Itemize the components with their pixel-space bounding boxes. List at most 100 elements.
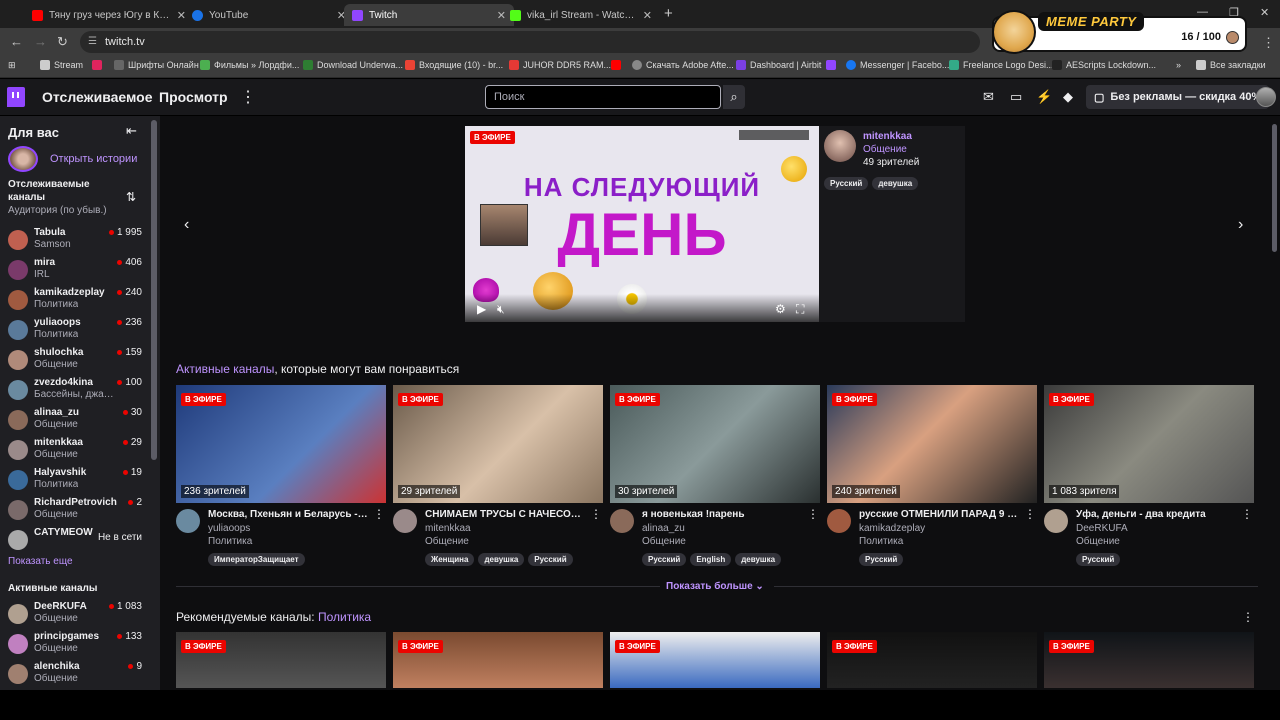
sidebar-channel[interactable]: shulochka Общение 159 xyxy=(8,347,152,375)
stream-title[interactable]: я новенькая !парень xyxy=(642,509,802,520)
apps-icon[interactable]: ⊞ xyxy=(8,60,16,71)
stream-title[interactable]: СНИМАЕМ ТРУСЫ С НАЧЕСОМ ... xyxy=(425,509,585,520)
sidebar-channel[interactable]: mitenkkaa Общение 29 xyxy=(8,437,152,465)
avatar[interactable] xyxy=(610,509,634,533)
channel-name[interactable]: yuliaoops xyxy=(208,523,250,534)
reload-icon[interactable]: ↻ xyxy=(57,34,68,50)
site-info-icon[interactable]: ☰ xyxy=(88,36,97,47)
avatar[interactable] xyxy=(827,509,851,533)
card-menu-icon[interactable]: ⋮ xyxy=(1241,507,1253,521)
stream-thumbnail[interactable]: В ЭФИРЕ 240 зрителей xyxy=(827,385,1037,503)
sidebar-channel[interactable]: alenchika Общение 9 xyxy=(8,661,152,689)
avatar[interactable] xyxy=(1044,509,1068,533)
twitch-logo-icon[interactable] xyxy=(7,87,25,107)
tag[interactable]: девушка xyxy=(872,177,919,190)
nav-following[interactable]: Отслеживаемое xyxy=(42,89,153,105)
more-bookmarks-icon[interactable]: » xyxy=(1176,60,1181,70)
fullscreen-icon[interactable]: ⛶ xyxy=(796,302,804,317)
stream-title[interactable]: русские ОТМЕНИЛИ ПАРАД 9 М... xyxy=(859,509,1019,520)
tag[interactable]: девушка xyxy=(478,553,525,566)
stream-category[interactable]: Общение xyxy=(425,536,469,547)
stream-thumbnail[interactable]: В ЭФИРЕ xyxy=(827,632,1037,688)
bookmark[interactable]: Шрифты Онлайн xyxy=(114,60,199,70)
sidebar-channel[interactable]: DeeRKUFA Общение 1 083 xyxy=(8,601,152,629)
main-scrollbar[interactable] xyxy=(1272,124,1277,252)
tag[interactable]: Женщина xyxy=(425,553,475,566)
open-stories-button[interactable]: Открыть истории xyxy=(8,146,137,172)
stream-thumbnail[interactable]: В ЭФИРЕ xyxy=(610,632,820,688)
back-icon[interactable]: ← xyxy=(10,34,23,49)
sidebar-channel[interactable]: Tabula Samson 1 995 xyxy=(8,227,152,255)
new-tab-icon[interactable]: + xyxy=(664,5,673,22)
bookmark[interactable]: JUHOR DDR5 RAM... xyxy=(509,60,611,70)
tag[interactable]: English xyxy=(690,553,732,566)
sidebar-channel[interactable]: zvezdo4kinaБассейны, джакузи... 100 xyxy=(8,377,152,405)
card-menu-icon[interactable]: ⋮ xyxy=(373,507,385,521)
more-icon[interactable]: ⋮ xyxy=(240,87,256,107)
tag[interactable]: девушка xyxy=(735,553,782,566)
collapse-sidebar-icon[interactable]: ⇤ xyxy=(126,123,137,139)
stream-title[interactable]: Москва, Пхеньян и Беларусь - в... xyxy=(208,509,368,520)
whispers-icon[interactable]: ▭ xyxy=(1010,89,1022,105)
stream-category[interactable]: Политика xyxy=(859,536,903,547)
browser-tab[interactable]: vika_irl Stream - Watch Live on ✕ xyxy=(502,4,660,26)
bookmark[interactable] xyxy=(92,60,106,70)
user-avatar[interactable] xyxy=(1256,87,1276,107)
sidebar-channel[interactable]: kamikadzeplay Политика 240 xyxy=(8,287,152,315)
carousel-prev-icon[interactable]: ‹ xyxy=(184,216,189,234)
browser-tab-active[interactable]: Twitch ✕ xyxy=(344,4,514,26)
tag[interactable]: Русский xyxy=(824,177,869,190)
bookmark[interactable]: Stream xyxy=(40,60,83,70)
search-icon[interactable]: ⌕ xyxy=(723,85,745,109)
inbox-icon[interactable]: ✉ xyxy=(983,89,994,105)
stream-thumbnail[interactable]: В ЭФИРЕ 29 зрителей xyxy=(393,385,603,503)
sidebar-channel[interactable]: mira IRL 406 xyxy=(8,257,152,285)
avatar[interactable] xyxy=(393,509,417,533)
browser-menu-icon[interactable]: ⋮ xyxy=(1262,35,1275,51)
channel-name[interactable]: kamikadzeplay xyxy=(859,523,925,534)
show-more-link[interactable]: Показать еще xyxy=(8,556,73,567)
tag[interactable]: ИмператорЗащищает xyxy=(208,553,305,566)
tag[interactable]: Русский xyxy=(642,553,687,566)
bookmark[interactable] xyxy=(611,60,625,70)
bookmark[interactable]: Messenger | Facebo... xyxy=(846,60,949,70)
bookmark[interactable] xyxy=(826,60,840,70)
channel-name[interactable]: DeeRKUFA xyxy=(1076,523,1128,534)
stream-title[interactable]: Уфа, деньги - два кредита xyxy=(1076,509,1236,520)
url-field[interactable]: ☰ twitch.tv xyxy=(80,31,980,53)
featured-channel-name[interactable]: mitenkkaa xyxy=(863,131,912,142)
sidebar-scrollbar[interactable] xyxy=(151,120,157,460)
forward-icon[interactable]: → xyxy=(34,34,47,49)
section-title-link[interactable]: Активные каналы xyxy=(176,362,274,376)
stream-thumbnail[interactable]: В ЭФИРЕ xyxy=(393,632,603,688)
section-category-link[interactable]: Политика xyxy=(318,610,371,624)
sidebar-channel[interactable]: CATYMEOW Не в сети xyxy=(8,527,152,555)
stream-category[interactable]: Общение xyxy=(642,536,686,547)
stream-category[interactable]: Общение xyxy=(1076,536,1120,547)
bookmark[interactable]: AEScripts Lockdown... xyxy=(1052,60,1156,70)
card-menu-icon[interactable]: ⋮ xyxy=(590,507,602,521)
stream-thumbnail[interactable]: В ЭФИРЕ xyxy=(1044,632,1254,688)
card-menu-icon[interactable]: ⋮ xyxy=(807,507,819,521)
featured-category[interactable]: Общение xyxy=(863,144,907,155)
stream-thumbnail[interactable]: В ЭФИРЕ 236 зрителей xyxy=(176,385,386,503)
close-window-icon[interactable]: ✕ xyxy=(1260,6,1269,19)
card-menu-icon[interactable]: ⋮ xyxy=(1024,507,1036,521)
settings-icon[interactable]: ⚙ xyxy=(775,302,786,316)
carousel-next-icon[interactable]: › xyxy=(1238,216,1243,234)
featured-stream-player[interactable]: НА СЛЕДУЮЩИЙ ДЕНЬ В ЭФИРЕ ▶ 🔇︎ ⚙ ⛶ xyxy=(465,126,819,322)
sidebar-channel[interactable]: alinaa_zu Общение 30 xyxy=(8,407,152,435)
bookmark[interactable]: Все закладки xyxy=(1196,60,1266,70)
stream-thumbnail[interactable]: В ЭФИРЕ 1 083 зрителя xyxy=(1044,385,1254,503)
bookmark[interactable]: Freelance Logo Desi... xyxy=(949,60,1054,70)
bits-icon[interactable]: ◆ xyxy=(1063,89,1073,105)
stream-thumbnail[interactable]: В ЭФИРЕ xyxy=(176,632,386,688)
channel-name[interactable]: mitenkkaa xyxy=(425,523,471,534)
show-more-button[interactable]: Показать больше ⌄ xyxy=(666,581,764,592)
no-ads-button[interactable]: ▢ Без рекламы — скидка 40% xyxy=(1086,85,1270,109)
sidebar-channel[interactable]: yuliaoops Политика 236 xyxy=(8,317,152,345)
browser-tab[interactable]: Тяну груз через Югу в Калифо ✕ xyxy=(24,4,194,26)
close-tab-icon[interactable]: ✕ xyxy=(643,9,652,22)
bookmark[interactable]: Фильмы » Лордфи... xyxy=(200,60,299,70)
browser-tab[interactable]: YouTube ✕ xyxy=(184,4,354,26)
